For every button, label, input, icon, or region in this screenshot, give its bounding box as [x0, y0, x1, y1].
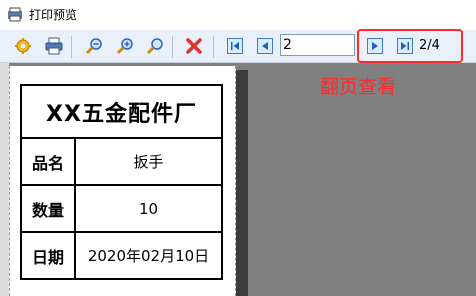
table-row: 品名 扳手 — [20, 137, 223, 186]
zoom-in-icon — [116, 38, 133, 55]
row-label: 数量 — [20, 184, 76, 233]
page-shadow — [236, 70, 248, 296]
zoom-out-icon — [85, 38, 102, 55]
page-number-input[interactable]: 2 — [280, 34, 355, 56]
close-icon — [186, 38, 202, 54]
company-name: XX五金配件厂 — [20, 84, 223, 139]
first-page-button[interactable] — [225, 36, 245, 56]
settings-button[interactable] — [13, 36, 33, 56]
zoom-icon — [146, 38, 163, 55]
prev-page-icon — [257, 38, 273, 54]
title-bar: 打印预览 — [0, 0, 476, 30]
close-button[interactable] — [184, 36, 204, 56]
page-margin — [0, 63, 9, 296]
first-page-icon — [227, 38, 243, 54]
row-label: 品名 — [20, 137, 76, 186]
print-button[interactable] — [44, 36, 64, 56]
flip-page-note: 翻页查看 — [320, 76, 397, 98]
toolbar-separator — [172, 36, 173, 58]
table-row: 数量 10 — [20, 184, 223, 233]
toolbar-separator — [213, 36, 214, 58]
zoom-out-button[interactable] — [84, 36, 104, 56]
zoom-in-button[interactable] — [115, 36, 135, 56]
toolbar-separator — [71, 36, 72, 58]
table-row: 日期 2020年02月10日 — [20, 231, 223, 280]
row-value: 扳手 — [74, 137, 223, 186]
window-title: 打印预览 — [29, 8, 78, 22]
row-value: 10 — [74, 184, 223, 233]
highlight-box — [357, 29, 463, 63]
label-card: XX五金配件厂 品名 扳手 数量 10 日期 2020年02月10日 — [20, 84, 223, 280]
zoom-fit-button[interactable] — [145, 36, 165, 56]
gear-icon — [15, 38, 31, 54]
row-label: 日期 — [20, 231, 76, 280]
row-value: 2020年02月10日 — [74, 231, 223, 280]
prev-page-button[interactable] — [255, 36, 275, 56]
printer-icon — [45, 37, 63, 55]
print-preview-icon — [8, 7, 22, 22]
